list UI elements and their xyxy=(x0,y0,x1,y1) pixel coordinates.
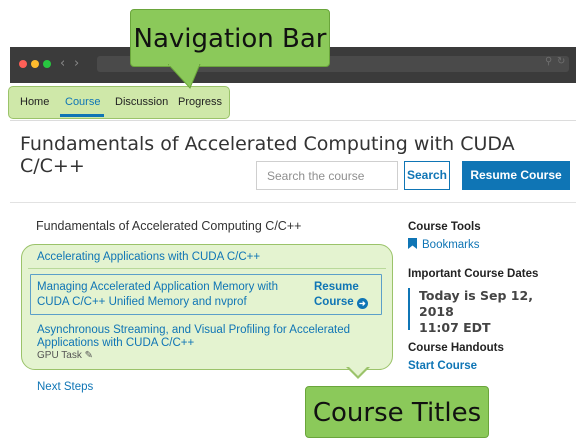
bookmark-icon xyxy=(408,238,417,249)
content-divider xyxy=(10,202,576,203)
nav-divider xyxy=(10,120,576,121)
chapter-link-2[interactable]: Managing Accelerated Application Memory … xyxy=(37,280,307,310)
maximize-window-icon[interactable] xyxy=(43,60,51,68)
course-tools-heading: Course Tools xyxy=(408,221,481,233)
chapter-link-1[interactable]: Accelerating Applications with CUDA C/C+… xyxy=(37,251,260,263)
gpu-task-text: GPU Task xyxy=(37,350,82,361)
minimize-window-icon[interactable] xyxy=(31,60,39,68)
search-icon: ⚲ xyxy=(545,56,553,67)
bookmarks-label: Bookmarks xyxy=(422,239,480,251)
start-course-link[interactable]: Start Course xyxy=(408,360,477,372)
forward-icon[interactable]: › xyxy=(74,56,79,71)
course-outline-title: Fundamentals of Accelerated Computing C/… xyxy=(36,219,302,233)
next-steps-link[interactable]: Next Steps xyxy=(37,381,93,393)
nav-discussion[interactable]: Discussion xyxy=(115,96,168,108)
course-handouts-heading: Course Handouts xyxy=(408,342,504,354)
resume-course-button[interactable]: Resume Course xyxy=(462,161,570,190)
chapter-link-3[interactable]: Asynchronous Streaming, and Visual Profi… xyxy=(37,324,357,350)
search-button[interactable]: Search xyxy=(404,161,450,190)
nav-home[interactable]: Home xyxy=(20,96,49,108)
resume-course-link[interactable]: Resume Course ➜ xyxy=(314,280,378,310)
nav-progress[interactable]: Progress xyxy=(178,96,222,108)
important-dates-heading: Important Course Dates xyxy=(408,268,539,280)
gpu-task-label: GPU Task ✎ xyxy=(37,350,93,361)
edit-icon: ✎ xyxy=(84,350,94,361)
course-titles-callout: Course Titles xyxy=(305,386,489,438)
today-date-box: Today is Sep 12, 2018 11:07 EDT xyxy=(408,288,568,335)
navigation-callout-pointer xyxy=(168,64,201,89)
chapter-separator xyxy=(28,268,386,269)
back-icon[interactable]: ‹ xyxy=(60,56,65,71)
reload-icon[interactable]: ↻ xyxy=(557,56,565,67)
close-window-icon[interactable] xyxy=(19,60,27,68)
bookmarks-link[interactable]: Bookmarks xyxy=(408,238,480,251)
active-tab-indicator xyxy=(60,114,104,117)
today-time-line: 11:07 EDT xyxy=(419,320,491,335)
course-titles-pointer-fill xyxy=(348,366,368,376)
nav-course[interactable]: Course xyxy=(65,96,100,108)
search-input[interactable]: Search the course xyxy=(256,161,398,190)
arrow-circle-right-icon: ➜ xyxy=(356,298,368,309)
today-date-line: Today is Sep 12, 2018 xyxy=(419,288,533,319)
resume-course-link-label: Resume Course xyxy=(314,281,359,308)
navigation-bar-callout: Navigation Bar xyxy=(130,9,330,67)
